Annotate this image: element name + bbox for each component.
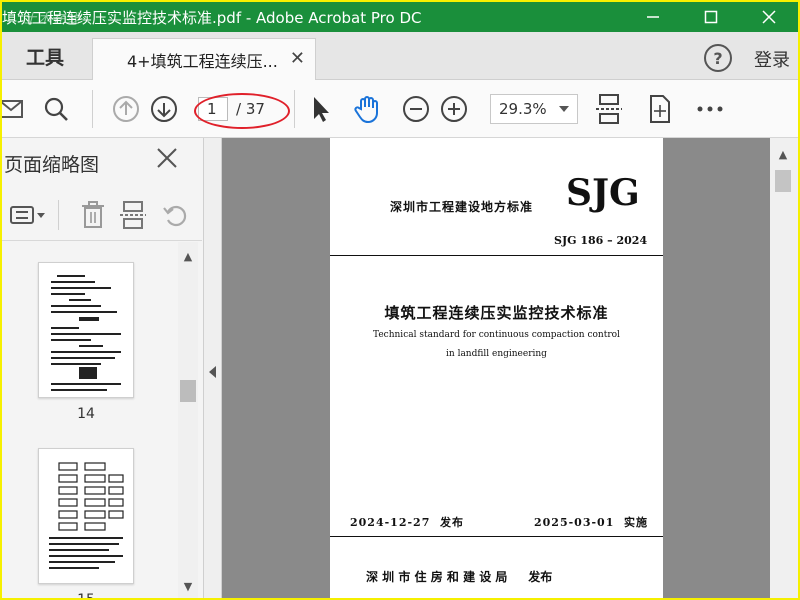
thumbnail-options-icon[interactable] (8, 200, 48, 230)
zoom-out-icon[interactable] (400, 93, 432, 125)
scroll-up-icon[interactable]: ▲ (777, 148, 789, 161)
previous-page-icon[interactable] (110, 93, 142, 125)
thumbnail-label-15: 15 (38, 592, 134, 598)
document-title-cn: 填筑工程连续压实监控技术标准 (384, 304, 609, 322)
rotate-view-icon[interactable] (644, 93, 676, 125)
more-options-icon[interactable] (694, 93, 726, 125)
scrollbar-thumb[interactable] (180, 380, 196, 402)
header-rule (330, 255, 663, 256)
issue-date: 2024-12-27 发布 (350, 516, 465, 529)
email-icon[interactable] (2, 93, 28, 125)
undo-icon[interactable] (160, 200, 190, 230)
page-thumbnails-panel: 页面缩略图 14 ▲ ▼ (2, 138, 204, 598)
tab-tools[interactable]: 工具 (2, 32, 88, 80)
fit-page-icon[interactable] (594, 93, 626, 125)
thumbnail-page-14[interactable] (38, 262, 134, 398)
document-viewer[interactable]: 深圳市工程建设地方标准 SJG SJG 186 – 2024 填筑工程连续压实监… (222, 138, 770, 598)
scrollbar-thumb[interactable] (775, 170, 791, 192)
document-title-en-line1: Technical standard for continuous compac… (373, 330, 620, 340)
collapse-panel-handle[interactable] (204, 138, 222, 598)
document-title-en-line2: in landfill engineering (446, 349, 547, 359)
minimize-icon (647, 16, 659, 18)
standard-code-full: SJG 186 – 2024 (554, 234, 648, 247)
delete-page-icon[interactable] (78, 200, 108, 230)
select-pointer-icon[interactable] (304, 93, 336, 125)
split-page-icon[interactable] (118, 200, 148, 230)
panel-toolbar (2, 196, 202, 236)
panel-divider (58, 200, 59, 230)
window-title: 填筑工程连续压实监控技术标准.pdf - Adobe Acrobat Pro D… (2, 8, 422, 27)
document-page: 深圳市工程建设地方标准 SJG SJG 186 – 2024 填筑工程连续压实监… (330, 138, 663, 598)
zoom-value: 29.3% (499, 100, 547, 118)
watermark-text: 土木在线 (24, 12, 81, 27)
annotation-highlight-oval (194, 93, 290, 129)
help-icon[interactable]: ? (704, 44, 732, 72)
document-scrollbar[interactable]: ▲ (770, 138, 798, 598)
login-button[interactable]: 登录 (754, 46, 790, 72)
hand-tool-icon[interactable] (352, 93, 384, 125)
document-tab-label: 4+填筑工程连续压... (127, 51, 278, 71)
panel-title: 页面缩略图 (4, 154, 100, 176)
tab-document[interactable]: 4+填筑工程连续压... ✕ (92, 38, 316, 80)
thumbnail-page-15[interactable] (38, 448, 134, 584)
maximize-button[interactable] (682, 2, 740, 32)
standard-type-heading: 深圳市工程建设地方标准 (390, 200, 534, 214)
thumbnail-list: 14 15 (2, 242, 178, 598)
close-panel-icon[interactable] (156, 146, 178, 176)
footer-rule (330, 536, 663, 537)
title-bar: 填筑工程连续压实监控技术标准.pdf - Adobe Acrobat Pro D… (2, 2, 798, 32)
zoom-in-icon[interactable] (438, 93, 470, 125)
thumbnail-scrollbar[interactable]: ▲ ▼ (178, 242, 198, 598)
thumbnail-label-14: 14 (77, 406, 95, 422)
maximize-icon (704, 10, 718, 24)
close-icon (762, 10, 776, 24)
scroll-down-icon[interactable]: ▼ (182, 580, 194, 593)
chevron-down-icon (559, 106, 569, 112)
scroll-up-icon[interactable]: ▲ (182, 250, 194, 263)
effective-date: 2025-03-01 实施 (534, 516, 649, 529)
next-page-icon[interactable] (148, 93, 180, 125)
publisher: 深 圳 市 住 房 和 建 设 局 发布 (366, 570, 553, 584)
zoom-select[interactable]: 29.3% (490, 94, 578, 124)
acrobat-window: 填筑工程连续压实监控技术标准.pdf - Adobe Acrobat Pro D… (2, 2, 798, 598)
collapse-arrow-icon (209, 366, 216, 378)
close-tab-icon[interactable]: ✕ (290, 48, 305, 69)
close-window-button[interactable] (740, 2, 798, 32)
tab-bar: 工具 4+填筑工程连续压... ✕ ? 登录 (2, 32, 798, 80)
minimize-button[interactable] (624, 2, 682, 32)
standard-code-large: SJG (566, 172, 640, 214)
search-icon[interactable] (40, 93, 72, 125)
toolbar: 1 / 37 29.3% (2, 80, 798, 138)
